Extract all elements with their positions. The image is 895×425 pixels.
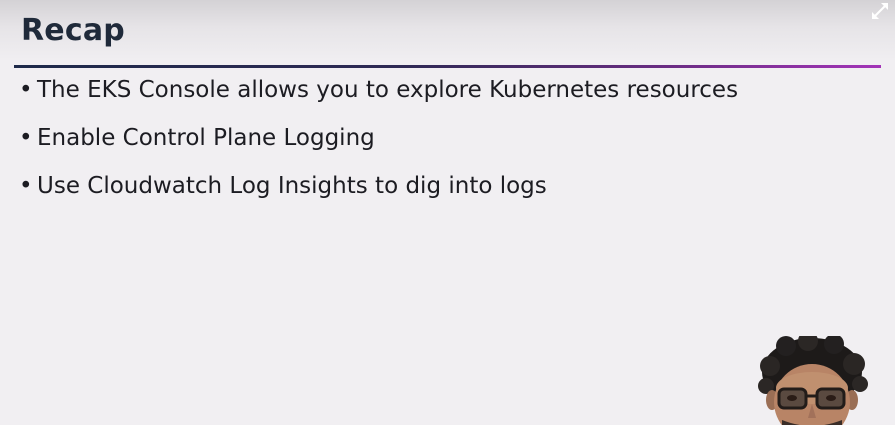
bullet-item: • Enable Control Plane Logging: [19, 121, 738, 169]
slide-title: Recap: [21, 13, 125, 48]
presenter-webcam-video: [756, 336, 868, 425]
slide-header-shade: [0, 0, 895, 60]
expand-fullscreen-icon[interactable]: [871, 2, 889, 20]
bullet-item: • The EKS Console allows you to explore K…: [19, 73, 738, 121]
bullet-glyph: •: [19, 173, 33, 199]
bullet-text: The EKS Console allows you to explore Ku…: [37, 77, 739, 103]
bullet-glyph: •: [19, 125, 33, 151]
bullet-text: Use Cloudwatch Log Insights to dig into …: [37, 173, 547, 199]
bullet-list: • The EKS Console allows you to explore K…: [19, 73, 738, 217]
bullet-item: • Use Cloudwatch Log Insights to dig into…: [19, 169, 738, 217]
bullet-glyph: •: [19, 77, 33, 103]
bullet-text: Enable Control Plane Logging: [37, 125, 375, 151]
title-divider: [14, 65, 881, 68]
